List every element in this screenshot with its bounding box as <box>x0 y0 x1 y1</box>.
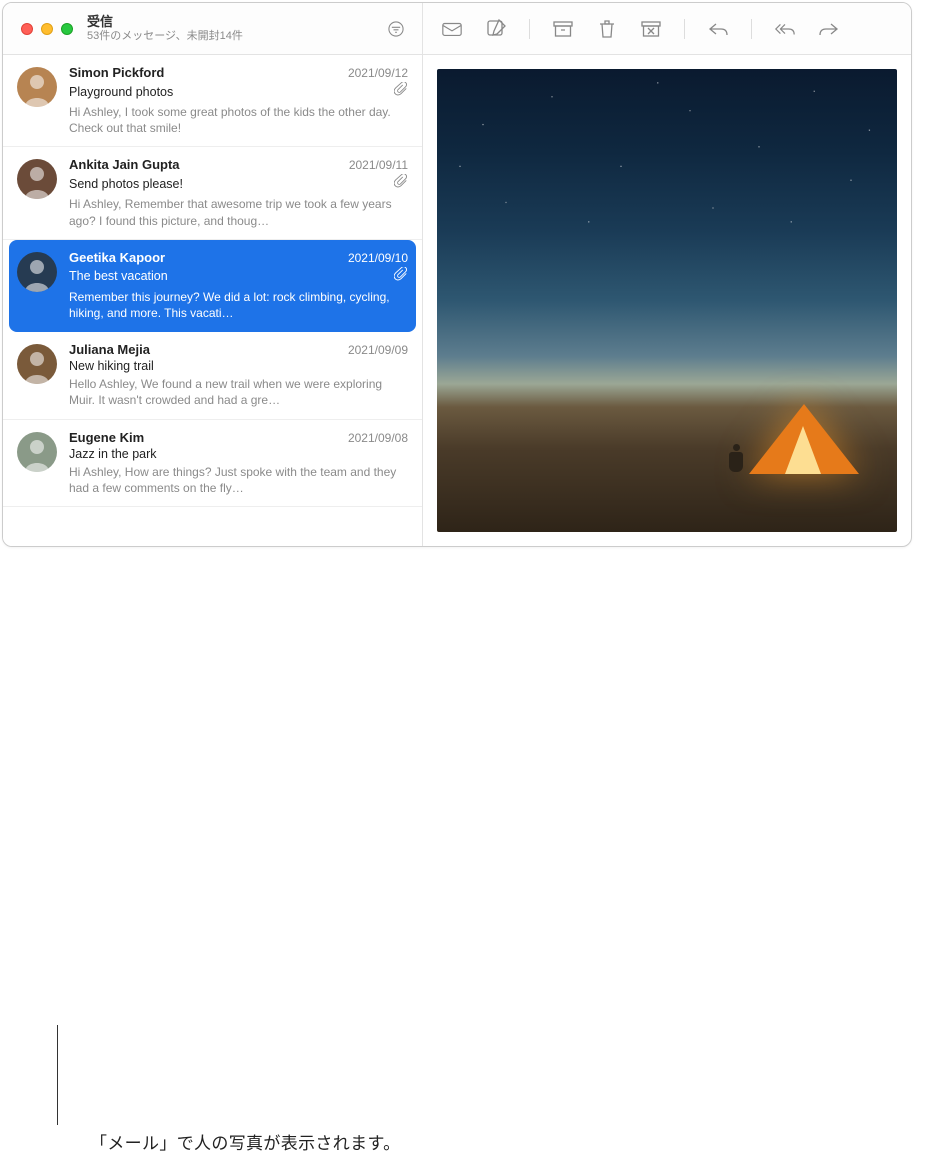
forward-button[interactable] <box>818 18 840 40</box>
toolbar <box>423 18 911 40</box>
message-row[interactable]: Simon Pickford 2021/09/12 Playground photo… <box>3 55 422 147</box>
reply-all-icon <box>774 20 796 38</box>
zoom-window-button[interactable] <box>61 23 73 35</box>
message-subject: The best vacation <box>69 269 390 283</box>
envelope-icon <box>441 19 463 39</box>
forward-icon <box>818 20 840 38</box>
titlebar: 受信 53件のメッセージ、未開封14件 <box>3 3 911 55</box>
paperclip-icon <box>394 174 408 193</box>
message-subject: Send photos please! <box>69 177 390 191</box>
message-sender: Juliana Mejia <box>69 342 150 357</box>
toolbar-divider <box>529 19 530 39</box>
reply-button[interactable] <box>707 18 729 40</box>
message-row[interactable]: Ankita Jain Gupta 2021/09/11 Send photos p… <box>3 147 422 239</box>
avatar <box>17 344 57 384</box>
message-sender: Eugene Kim <box>69 430 144 445</box>
close-window-button[interactable] <box>21 23 33 35</box>
mail-window: 受信 53件のメッセージ、未開封14件 <box>2 2 912 547</box>
mailbox-title: 受信 <box>87 14 382 30</box>
avatar <box>17 252 57 292</box>
compose-icon <box>485 18 507 40</box>
message-subject: Jazz in the park <box>69 447 408 461</box>
message-preview: Hi Ashley, Remember that awesome trip we… <box>69 196 408 228</box>
avatar <box>17 67 57 107</box>
message-list[interactable]: Simon Pickford 2021/09/12 Playground photo… <box>3 55 423 546</box>
compose-button[interactable] <box>485 18 507 40</box>
filter-icon <box>386 19 406 39</box>
body: Simon Pickford 2021/09/12 Playground photo… <box>3 55 911 546</box>
minimize-window-button[interactable] <box>41 23 53 35</box>
avatar <box>17 432 57 472</box>
message-preview: Hello Ashley, We found a new trail when … <box>69 376 408 408</box>
preview-pane <box>423 55 911 546</box>
message-photo <box>437 69 897 532</box>
reply-all-button[interactable] <box>774 18 796 40</box>
junk-icon <box>640 19 662 39</box>
message-preview: Remember this journey? We did a lot: roc… <box>69 289 408 321</box>
paperclip-icon <box>394 267 408 286</box>
message-date: 2021/09/12 <box>348 66 408 80</box>
message-preview: Hi Ashley, How are things? Just spoke wi… <box>69 464 408 496</box>
message-subject: Playground photos <box>69 85 390 99</box>
filter-button[interactable] <box>382 15 410 43</box>
toolbar-divider <box>684 19 685 39</box>
message-date: 2021/09/08 <box>348 431 408 445</box>
archive-button[interactable] <box>552 18 574 40</box>
message-row[interactable]: Juliana Mejia 2021/09/09 New hiking trail H… <box>3 332 422 419</box>
callout-text: 「メール」で人の写真が表示されます。 <box>90 1129 400 1154</box>
reply-icon <box>707 20 729 38</box>
message-sender: Geetika Kapoor <box>69 250 165 265</box>
trash-icon <box>597 18 617 40</box>
toolbar-divider <box>751 19 752 39</box>
message-date: 2021/09/09 <box>348 343 408 357</box>
message-date: 2021/09/10 <box>348 251 408 265</box>
paperclip-icon <box>394 82 408 101</box>
window-controls <box>21 23 73 35</box>
message-row[interactable]: Eugene Kim 2021/09/08 Jazz in the park Hi A… <box>3 420 422 507</box>
mailbox-subtitle: 53件のメッセージ、未開封14件 <box>87 30 382 43</box>
message-subject: New hiking trail <box>69 359 408 373</box>
tent-illustration <box>749 404 859 474</box>
avatar <box>17 159 57 199</box>
message-sender: Simon Pickford <box>69 65 164 80</box>
get-mail-button[interactable] <box>441 18 463 40</box>
message-sender: Ankita Jain Gupta <box>69 157 180 172</box>
archive-icon <box>552 19 574 39</box>
message-date: 2021/09/11 <box>349 158 408 172</box>
mailbox-info: 受信 53件のメッセージ、未開封14件 <box>87 14 382 44</box>
message-preview: Hi Ashley, I took some great photos of t… <box>69 104 408 136</box>
titlebar-left: 受信 53件のメッセージ、未開封14件 <box>3 3 423 54</box>
message-row[interactable]: Geetika Kapoor 2021/09/10 The best vacatio… <box>9 240 416 332</box>
junk-button[interactable] <box>640 18 662 40</box>
delete-button[interactable] <box>596 18 618 40</box>
